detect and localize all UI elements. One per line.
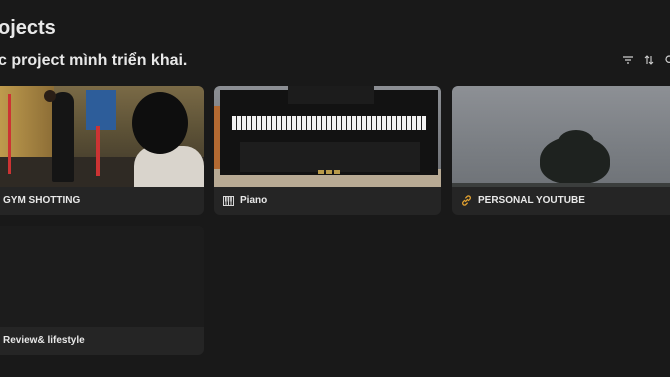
card-cover-empty xyxy=(0,226,204,327)
page-title: ojects xyxy=(0,17,56,39)
project-card-piano[interactable]: Piano xyxy=(214,86,441,215)
project-card-review-lifestyle[interactable]: Review& lifestyle xyxy=(0,226,204,355)
piano-icon xyxy=(223,195,234,206)
page-subtitle: c project mình triển khai. xyxy=(0,52,188,69)
project-card-personal-youtube[interactable]: PERSONAL YOUTUBE xyxy=(452,86,670,215)
view-toolbar xyxy=(622,54,670,66)
filter-icon[interactable] xyxy=(622,54,634,66)
card-cover-image xyxy=(452,86,670,187)
card-cover-image xyxy=(214,86,441,187)
sort-icon[interactable] xyxy=(643,54,655,66)
search-icon[interactable] xyxy=(664,54,670,66)
card-title: Review& lifestyle xyxy=(3,335,85,346)
link-icon xyxy=(461,195,472,206)
card-title: Piano xyxy=(240,195,268,206)
project-card-gym-shotting[interactable]: GYM SHOTTING xyxy=(0,86,204,215)
card-title: PERSONAL YOUTUBE xyxy=(478,195,585,206)
card-title: GYM SHOTTING xyxy=(3,195,81,206)
card-cover-image xyxy=(0,86,204,187)
